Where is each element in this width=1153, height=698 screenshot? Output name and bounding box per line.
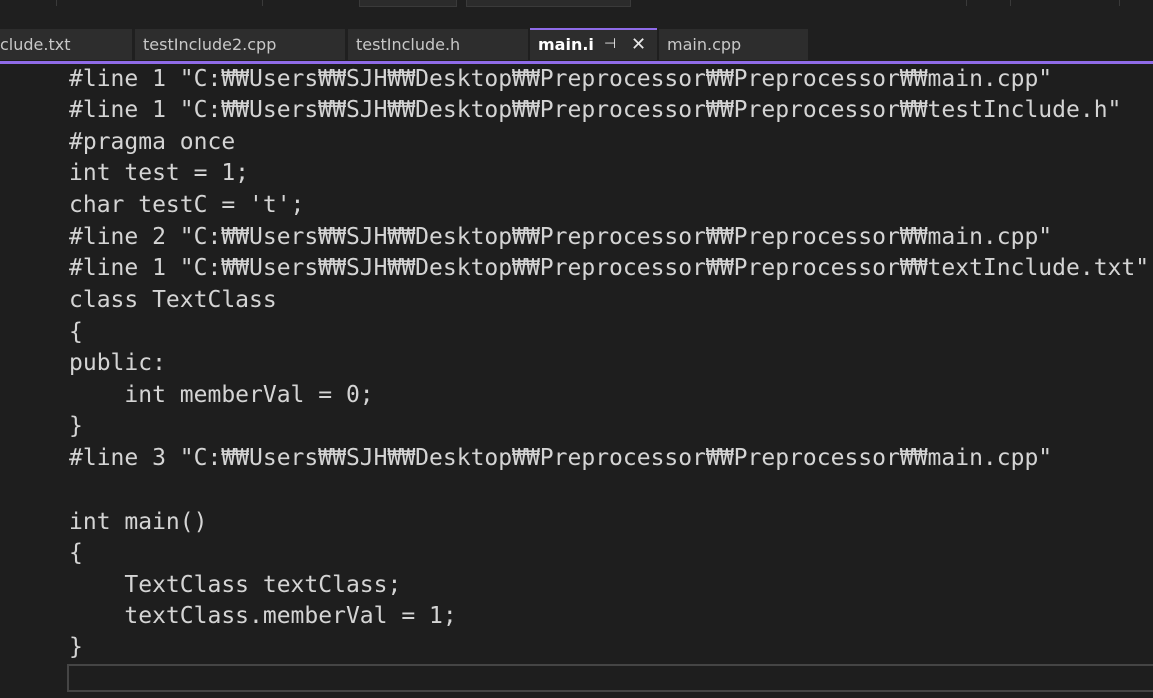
tab-label: clude.txt <box>0 35 71 54</box>
code-line: { <box>69 319 83 345</box>
tab-label: testInclude.h <box>356 35 461 54</box>
editor-tab-strip: clude.txt testInclude2.cpp testInclude.h… <box>0 28 1153 61</box>
toolbar-dropdown[interactable] <box>359 0 457 7</box>
close-icon[interactable]: ✕ <box>631 30 646 59</box>
tab-main-i[interactable]: main.i ⊣ ✕ <box>530 28 657 60</box>
code-line: int memberVal = 0; <box>69 382 374 408</box>
toolbar-divider <box>1119 0 1120 6</box>
tab-textinclude-txt[interactable]: clude.txt <box>0 29 132 60</box>
code-line: #line 1 "C:₩₩Users₩₩SJH₩₩Desktop₩₩Prepro… <box>69 255 1150 281</box>
tab-testinclude-h[interactable]: testInclude.h <box>348 29 528 60</box>
code-line: class TextClass <box>69 287 277 313</box>
code-editor[interactable]: #line 1 "C:₩₩Users₩₩SJH₩₩Desktop₩₩Prepro… <box>0 64 1153 698</box>
code-line: { <box>69 540 83 566</box>
code-line: public: <box>69 350 166 376</box>
current-line-highlight[interactable] <box>67 664 1153 692</box>
code-line: TextClass textClass; <box>69 572 402 598</box>
code-line: } <box>69 413 83 439</box>
toolbar-divider <box>966 0 967 6</box>
pin-icon[interactable]: ⊣ <box>604 30 616 59</box>
toolbar-divider <box>56 0 57 6</box>
code-line: char testC = 't'; <box>69 192 305 218</box>
tab-label: main.cpp <box>667 35 742 54</box>
code-line: #line 3 "C:₩₩Users₩₩SJH₩₩Desktop₩₩Prepro… <box>69 445 1053 471</box>
title-bar <box>0 0 1153 28</box>
code-line: } <box>69 634 83 660</box>
tab-testinclude2-cpp[interactable]: testInclude2.cpp <box>135 29 345 60</box>
tab-label: testInclude2.cpp <box>143 35 277 54</box>
code-line: int main() <box>69 509 208 535</box>
toolbar-divider <box>1010 0 1011 6</box>
code-line: int test = 1; <box>69 160 250 186</box>
code-line: #pragma once <box>69 129 236 155</box>
code-line: #line 1 "C:₩₩Users₩₩SJH₩₩Desktop₩₩Prepro… <box>69 97 1122 123</box>
toolbar-dropdown[interactable] <box>466 0 631 7</box>
toolbar-divider <box>262 0 263 6</box>
tab-main-cpp[interactable]: main.cpp <box>659 29 808 60</box>
code-line: #line 2 "C:₩₩Users₩₩SJH₩₩Desktop₩₩Prepro… <box>69 224 1053 250</box>
code-line: textClass.memberVal = 1; <box>69 603 457 629</box>
tab-label: main.i <box>538 35 594 54</box>
code-line: #line 1 "C:₩₩Users₩₩SJH₩₩Desktop₩₩Prepro… <box>69 66 1053 92</box>
